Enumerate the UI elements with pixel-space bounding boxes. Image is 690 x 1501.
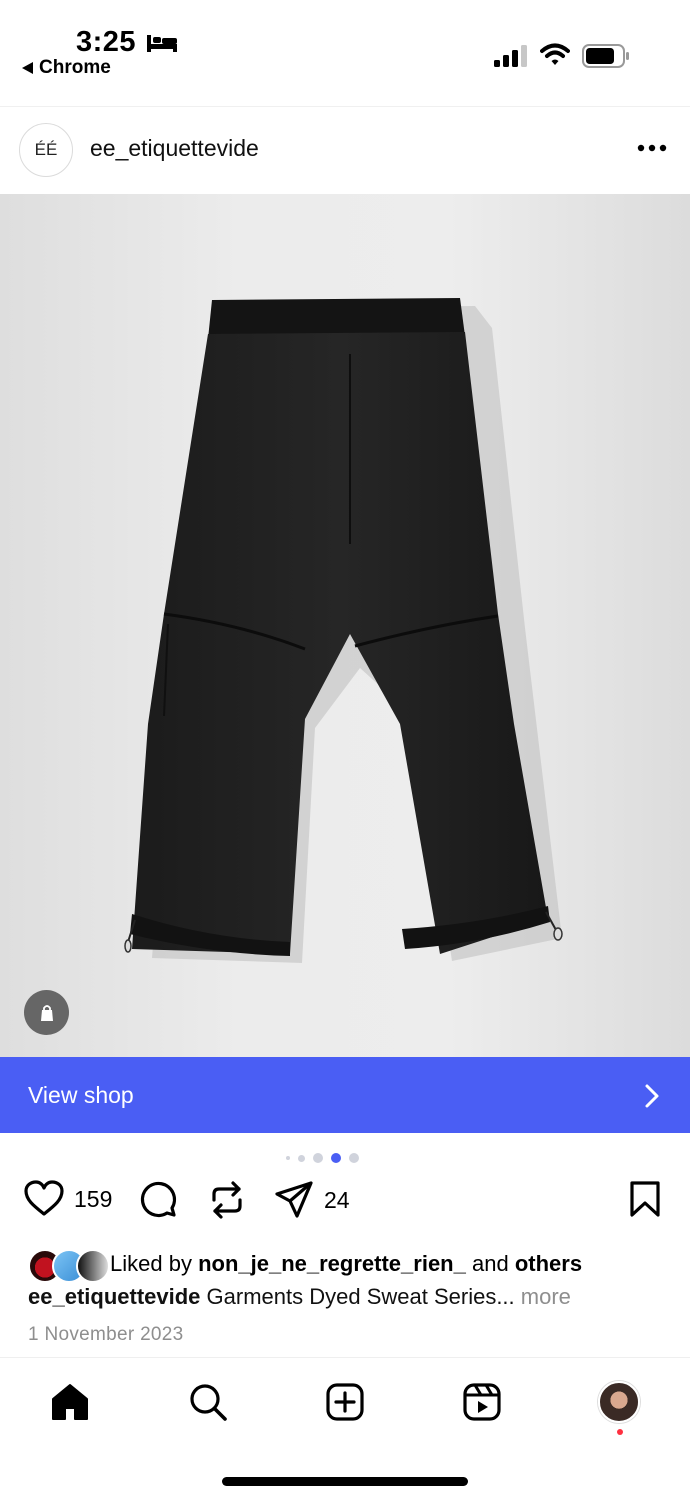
- more-icon[interactable]: [636, 143, 668, 153]
- avatar-text: ÉÉ: [34, 140, 58, 159]
- caption: ee_etiquettevide Garments Dyed Sweat Ser…: [28, 1284, 571, 1310]
- carousel-indicator: [286, 1152, 359, 1164]
- post-media[interactable]: [0, 194, 690, 1058]
- share-icon[interactable]: [274, 1180, 314, 1220]
- post-actions: 159 24: [0, 1180, 690, 1230]
- liked-by-prefix: Liked by: [110, 1251, 192, 1276]
- liked-by-line[interactable]: Liked by non_je_ne_regrette_rien_ and ot…: [28, 1247, 582, 1283]
- status-bar: 3:25 Chrome: [0, 0, 690, 105]
- carousel-dot: [298, 1154, 305, 1162]
- bed-icon: [147, 35, 177, 52]
- liked-by-user[interactable]: non_je_ne_regrette_rien_: [198, 1251, 466, 1277]
- repost-action: [208, 1180, 246, 1220]
- view-shop-button[interactable]: View shop: [0, 1057, 690, 1133]
- bookmark-icon[interactable]: [629, 1180, 661, 1218]
- chevron-right-icon: [645, 1084, 659, 1108]
- shopping-bag-icon[interactable]: [24, 990, 69, 1035]
- shopping-bag-glyph-icon: [40, 1004, 53, 1021]
- carousel-dot-active: [331, 1153, 341, 1163]
- view-shop-label: View shop: [28, 1081, 134, 1108]
- comment-icon[interactable]: [139, 1180, 177, 1218]
- home-icon: [52, 1384, 88, 1420]
- nav-profile[interactable]: [597, 1380, 641, 1424]
- product-image: [124, 298, 563, 963]
- carousel-dot: [349, 1153, 359, 1163]
- post-header: ÉÉ ee_etiquettevide: [0, 106, 690, 195]
- caption-username[interactable]: ee_etiquettevide: [28, 1284, 200, 1309]
- post-username[interactable]: ee_etiquettevide: [90, 135, 259, 162]
- wifi-icon: [540, 43, 570, 65]
- reels-icon: [463, 1383, 501, 1421]
- back-app-label: Chrome: [39, 57, 111, 78]
- like-action: 159: [24, 1180, 112, 1218]
- search-icon: [190, 1384, 227, 1421]
- nav-home[interactable]: [48, 1380, 92, 1424]
- battery-icon: [582, 44, 629, 68]
- nav-create[interactable]: [323, 1380, 367, 1424]
- create-icon: [326, 1383, 364, 1421]
- profile-avatar: [598, 1381, 640, 1423]
- notification-dot: [617, 1429, 623, 1435]
- share-action: 24: [274, 1180, 350, 1220]
- signal-icon: [494, 45, 527, 67]
- nav-search[interactable]: [186, 1380, 230, 1424]
- back-to-app-link[interactable]: Chrome: [22, 57, 111, 79]
- heart-icon[interactable]: [24, 1180, 64, 1218]
- home-indicator[interactable]: [222, 1477, 468, 1486]
- carousel-dot: [286, 1156, 290, 1160]
- liked-by-and: and: [471, 1251, 509, 1276]
- status-time: 3:25: [76, 26, 137, 58]
- liked-by-others[interactable]: others: [515, 1251, 582, 1277]
- post-date: 1 November 2023: [28, 1324, 184, 1345]
- liker-avatars: [28, 1247, 110, 1283]
- likes-count[interactable]: 159: [74, 1186, 112, 1213]
- back-caret-icon: [22, 62, 33, 74]
- liker-avatar: [76, 1249, 110, 1283]
- bookmark-action: [629, 1180, 661, 1218]
- shares-count[interactable]: 24: [324, 1187, 350, 1214]
- account-avatar[interactable]: ÉÉ: [19, 123, 73, 177]
- caption-text: Garments Dyed Sweat Series...: [206, 1284, 515, 1309]
- carousel-dot: [313, 1153, 323, 1163]
- comment-action: [139, 1180, 177, 1218]
- caption-more-link[interactable]: more: [521, 1284, 571, 1309]
- repost-icon[interactable]: [208, 1180, 246, 1220]
- nav-reels[interactable]: [460, 1380, 504, 1424]
